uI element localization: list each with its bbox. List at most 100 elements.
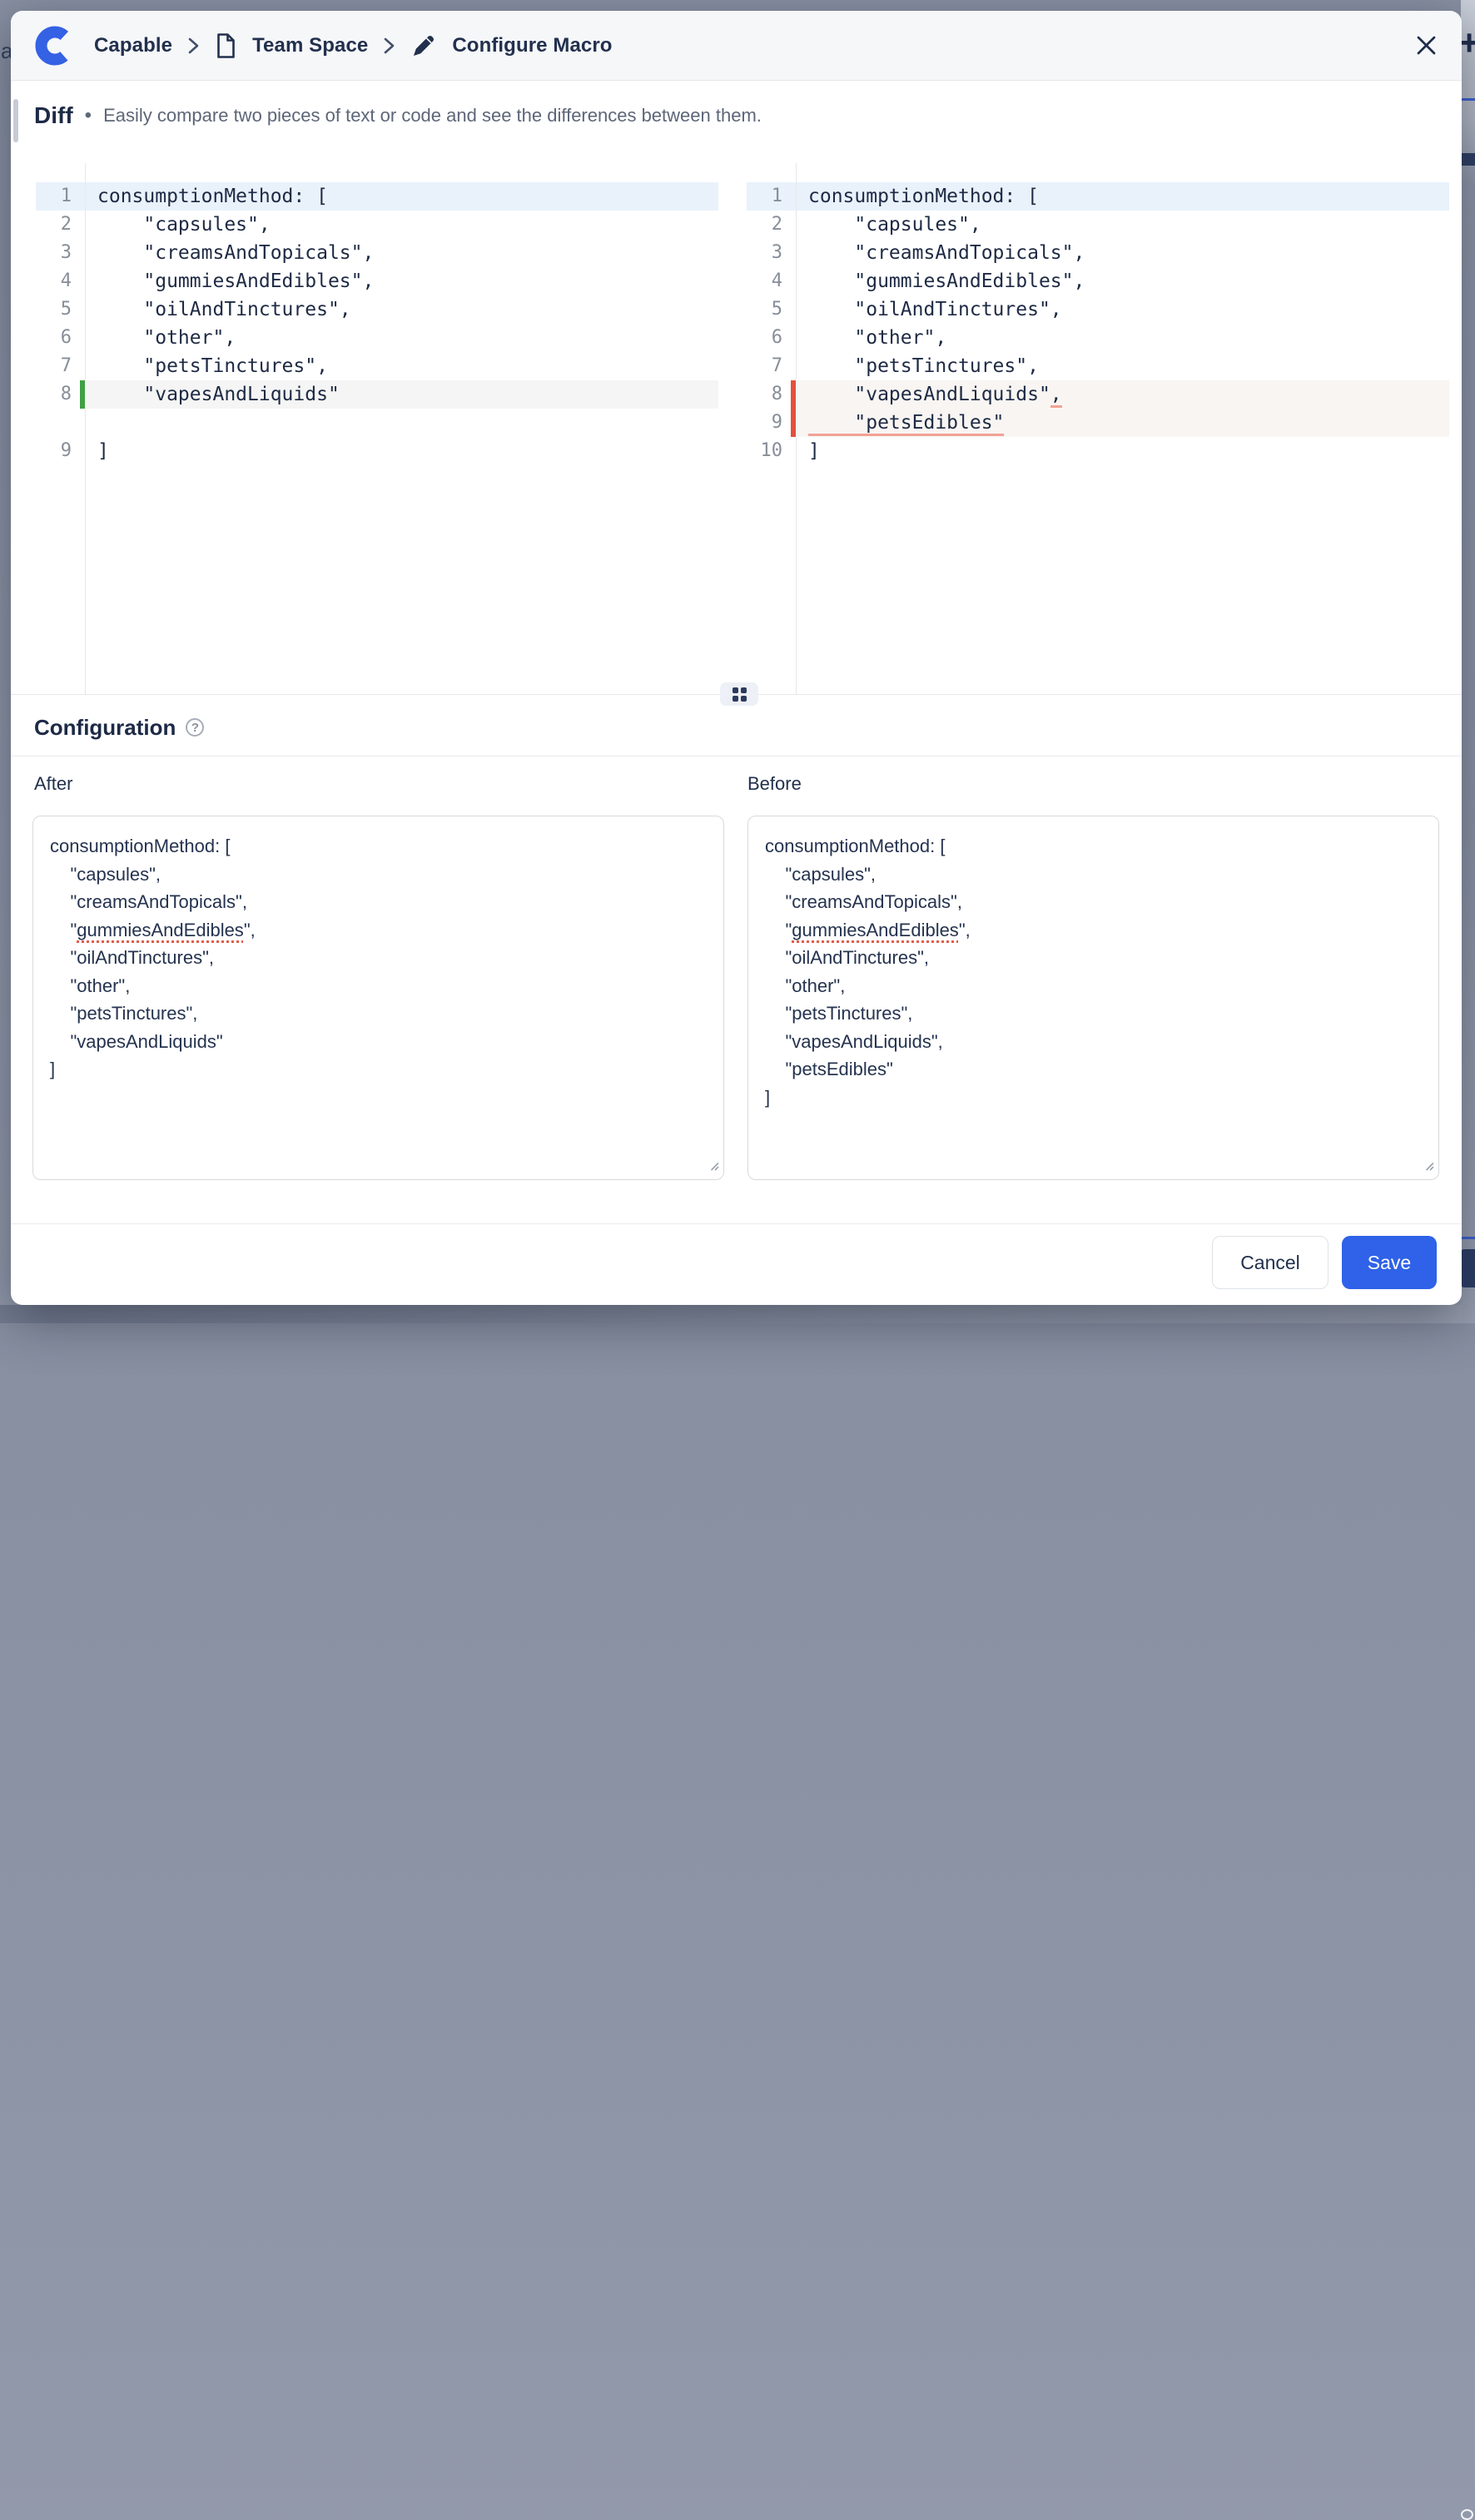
modal-header: Capable Team Space Configure Macro	[11, 11, 1462, 81]
line-number: 1	[36, 182, 85, 211]
backdrop-blue-line-top	[1461, 98, 1475, 101]
code-line: "creamsAndTopicals",	[85, 239, 718, 267]
line-number: 6	[747, 324, 796, 352]
code-line: "capsules",	[85, 211, 718, 239]
code-line: "gummiesAndEdibles",	[796, 267, 1449, 295]
diff-row: 10]	[747, 437, 1449, 465]
chevron-right-icon	[383, 35, 395, 57]
backdrop-ring-icon	[1461, 2509, 1473, 2520]
line-number: 7	[36, 352, 85, 380]
chevron-right-icon	[187, 35, 200, 57]
resize-drag-handle[interactable]	[720, 682, 758, 706]
diff-row: 2 "capsules",	[36, 211, 718, 239]
code-line: "oilAndTinctures",	[796, 295, 1449, 324]
line-number: 1	[747, 182, 796, 211]
diff-row: 3 "creamsAndTopicals",	[36, 239, 718, 267]
code-line: consumptionMethod: [	[85, 182, 718, 211]
resize-handle-icon[interactable]	[707, 1158, 719, 1175]
line-number: 4	[747, 267, 796, 295]
breadcrumb-app[interactable]: Capable	[94, 34, 172, 57]
diff-row: 6 "other",	[747, 324, 1449, 352]
breadcrumb-space[interactable]: Team Space	[252, 34, 368, 57]
before-label: Before	[747, 773, 802, 795]
configuration-header: Configuration ?	[34, 712, 204, 742]
close-button[interactable]	[1412, 32, 1440, 60]
diff-row: 9]	[36, 437, 718, 465]
macro-description: Easily compare two pieces of text or cod…	[103, 105, 762, 126]
line-number	[36, 409, 85, 437]
diff-row: 3 "creamsAndTopicals",	[747, 239, 1449, 267]
code-line: "other",	[85, 324, 718, 352]
after-label: After	[34, 773, 72, 795]
diff-row: 4 "gummiesAndEdibles",	[747, 267, 1449, 295]
code-line: "vapesAndLiquids"	[85, 380, 718, 409]
backdrop-bottom-strip	[0, 1305, 1475, 1323]
page: { "breadcrumb": { "app_label": "Capable"…	[0, 0, 1475, 1323]
macro-bullet: •	[85, 104, 92, 127]
line-number: 4	[36, 267, 85, 295]
line-number: 6	[36, 324, 85, 352]
document-icon	[215, 32, 237, 59]
macro-title-row: Diff • Easily compare two pieces of text…	[34, 91, 1438, 141]
line-number: 3	[747, 239, 796, 267]
diff-editor: 1consumptionMethod: [2 "capsules",3 "cre…	[36, 163, 1449, 694]
code-line: "oilAndTinctures",	[85, 295, 718, 324]
backdrop-scrollbar-fragment	[13, 99, 18, 142]
diff-row: 5 "oilAndTinctures",	[747, 295, 1449, 324]
line-number: 2	[747, 211, 796, 239]
code-line: "petsEdibles"	[796, 409, 1449, 437]
line-number: 10	[747, 437, 796, 465]
help-icon[interactable]: ?	[186, 718, 204, 737]
macro-title: Diff	[34, 102, 73, 129]
diff-row: 8 "vapesAndLiquids"	[36, 380, 718, 409]
code-line: ]	[796, 437, 1449, 465]
code-line: "other",	[796, 324, 1449, 352]
diff-row: 7 "petsTinctures",	[36, 352, 718, 380]
code-line: "gummiesAndEdibles",	[85, 267, 718, 295]
line-number: 8	[36, 380, 85, 409]
code-line: "creamsAndTopicals",	[796, 239, 1449, 267]
diff-pane-before[interactable]: 1consumptionMethod: [2 "capsules",3 "cre…	[747, 163, 1449, 694]
line-number: 5	[36, 295, 85, 324]
diff-pane-after[interactable]: 1consumptionMethod: [2 "capsules",3 "cre…	[36, 163, 718, 694]
diff-row: 9 "petsEdibles"	[747, 409, 1449, 437]
breadcrumb: Capable Team Space Configure Macro	[32, 23, 613, 68]
diff-row: 1consumptionMethod: [	[36, 182, 718, 211]
diff-row: 6 "other",	[36, 324, 718, 352]
line-number: 9	[36, 437, 85, 465]
diff-row	[36, 409, 718, 437]
diff-row: 4 "gummiesAndEdibles",	[36, 267, 718, 295]
line-number: 5	[747, 295, 796, 324]
backdrop-blue-line-bottom	[1461, 1237, 1475, 1239]
before-textarea[interactable]: consumptionMethod: [ "capsules", "creams…	[747, 816, 1439, 1180]
configure-macro-modal: Capable Team Space Configure Macro	[11, 11, 1462, 1305]
footer-divider	[11, 1223, 1462, 1224]
code-line	[85, 409, 718, 437]
code-line: "petsTinctures",	[85, 352, 718, 380]
configuration-title: Configuration	[34, 715, 176, 741]
line-number: 2	[36, 211, 85, 239]
line-number: 8	[747, 380, 796, 409]
line-number: 9	[747, 409, 796, 437]
pencil-icon	[410, 32, 437, 59]
resize-handle-icon[interactable]	[1422, 1158, 1434, 1175]
after-textarea[interactable]: consumptionMethod: [ "capsules", "creams…	[32, 816, 724, 1180]
diff-row: 2 "capsules",	[747, 211, 1449, 239]
cancel-button[interactable]: Cancel	[1212, 1236, 1328, 1289]
breadcrumb-page: Configure Macro	[452, 34, 612, 57]
line-number: 3	[36, 239, 85, 267]
code-line: "petsTinctures",	[796, 352, 1449, 380]
backdrop-navy-band-top	[1461, 153, 1475, 166]
save-button[interactable]: Save	[1342, 1236, 1437, 1289]
code-line: consumptionMethod: [	[796, 182, 1449, 211]
backdrop-right-strip: +	[1461, 0, 1475, 1323]
code-line: "capsules",	[796, 211, 1449, 239]
capable-logo-icon	[32, 23, 77, 68]
code-line: "vapesAndLiquids",	[796, 380, 1449, 409]
diff-row: 7 "petsTinctures",	[747, 352, 1449, 380]
before-textarea-content: consumptionMethod: [ "capsules", "creams…	[765, 832, 1422, 1111]
diff-row: 1consumptionMethod: [	[747, 182, 1449, 211]
diff-row: 8 "vapesAndLiquids",	[747, 380, 1449, 409]
after-textarea-content: consumptionMethod: [ "capsules", "creams…	[50, 832, 707, 1084]
diff-row: 5 "oilAndTinctures",	[36, 295, 718, 324]
